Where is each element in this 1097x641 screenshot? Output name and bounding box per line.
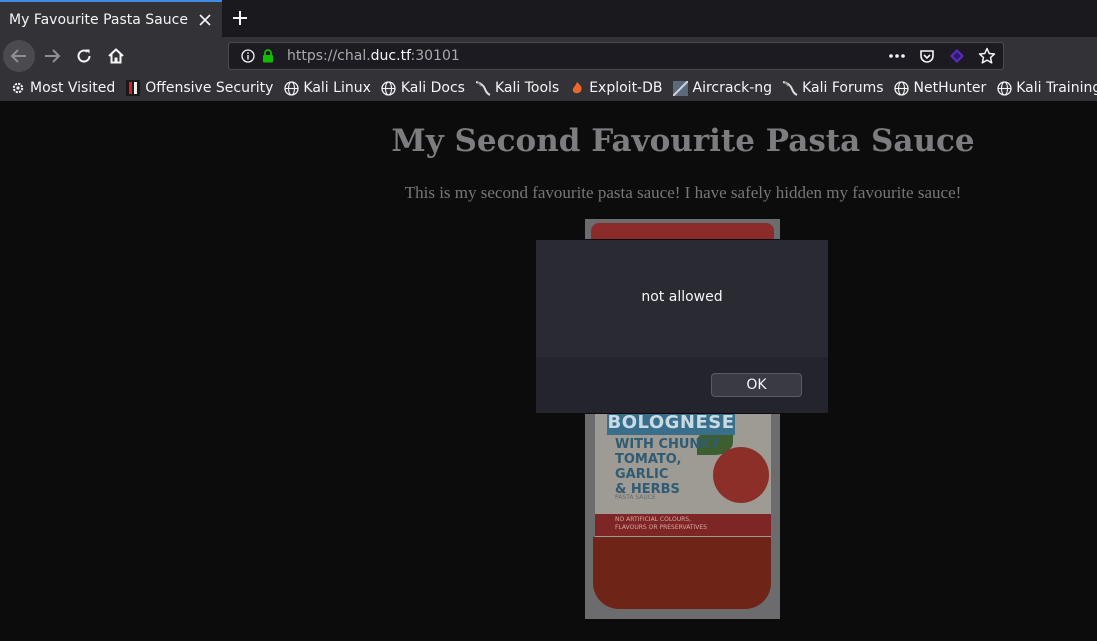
jar-type: PASTA SAUCE	[615, 494, 656, 501]
gear-icon	[10, 80, 26, 96]
bookmark-kali-training[interactable]: Kali Training	[996, 80, 1097, 96]
url-bar[interactable]: https://chal.duc.tf:30101	[228, 42, 1004, 70]
extension-icon[interactable]	[945, 44, 969, 68]
url-port: :30101	[410, 48, 460, 64]
bookmark-kali-tools[interactable]: Kali Tools	[475, 80, 559, 96]
globe-icon	[381, 80, 397, 96]
bookmark-label: Kali Docs	[400, 80, 465, 96]
url-host: duc.tf	[370, 48, 411, 64]
tab-title: My Favourite Pasta Sauce	[9, 11, 188, 28]
bookmark-label: Exploit-DB	[589, 80, 663, 96]
bookmark-label: Aircrack-ng	[692, 80, 773, 96]
reload-icon[interactable]	[68, 40, 100, 72]
aircrack-icon	[673, 80, 689, 96]
lock-icon[interactable]	[259, 49, 277, 63]
ok-button[interactable]: OK	[711, 373, 802, 397]
bookmark-label: Kali Forums	[802, 80, 884, 96]
bookmark-most-visited[interactable]: Most Visited	[10, 80, 115, 96]
jar-fine-print: NO ARTIFICIAL COLOURS, FLAVOURS OR PRESE…	[615, 516, 707, 531]
url-actions	[885, 43, 999, 69]
bookmark-kali-forums[interactable]: Kali Forums	[782, 80, 884, 96]
pocket-icon[interactable]	[915, 44, 939, 68]
forward-arrow-icon[interactable]	[36, 40, 68, 72]
bookmark-kali-docs[interactable]: Kali Docs	[381, 80, 465, 96]
bookmark-offensive-security[interactable]: Offensive Security	[125, 80, 273, 96]
jar-subtitle: WITH CHUNKY TOMATO, GARLIC & HERBS	[615, 437, 720, 497]
bookmark-label: Kali Training	[1016, 80, 1097, 96]
globe-icon	[283, 80, 299, 96]
globe-icon	[894, 80, 910, 96]
plus-icon[interactable]	[226, 4, 254, 32]
jar-sauce	[593, 537, 771, 609]
bookmark-label: Offensive Security	[145, 80, 274, 96]
globe-icon	[996, 80, 1012, 96]
bookmark-exploit-db[interactable]: Exploit-DB	[569, 80, 663, 96]
bookmark-label: Kali Linux	[303, 80, 371, 96]
bookmark-kali-linux[interactable]: Kali Linux	[283, 80, 371, 96]
kali-dragon-icon	[782, 80, 798, 96]
page-title: My Second Favourite Pasta Sauce	[391, 123, 975, 159]
tab-active[interactable]: My Favourite Pasta Sauce	[0, 0, 222, 37]
kali-dragon-icon	[475, 80, 491, 96]
navigation-bar: https://chal.duc.tf:30101	[0, 37, 1097, 75]
url-scheme: https://chal.	[287, 48, 371, 64]
star-icon[interactable]	[975, 44, 999, 68]
tab-strip: My Favourite Pasta Sauce	[0, 0, 1097, 37]
info-icon[interactable]	[237, 49, 259, 63]
bookmark-label: Kali Tools	[494, 80, 560, 96]
bookmarks-toolbar: Most Visited Offensive Security Kali Lin…	[0, 75, 1097, 101]
home-icon[interactable]	[100, 40, 132, 72]
alert-dialog: not allowed OK	[535, 239, 829, 414]
bookmark-label: NetHunter	[913, 80, 987, 96]
url-text[interactable]: https://chal.duc.tf:30101	[287, 48, 460, 64]
offsec-icon	[125, 80, 141, 96]
bookmark-aircrack-ng[interactable]: Aircrack-ng	[673, 80, 773, 96]
alert-message: not allowed	[641, 289, 723, 305]
exploitdb-icon	[569, 80, 585, 96]
page-description: This is my second favourite pasta sauce!…	[404, 183, 962, 202]
close-icon[interactable]	[192, 7, 218, 33]
back-arrow-icon[interactable]	[3, 40, 35, 72]
bookmark-nethunter[interactable]: NetHunter	[894, 80, 987, 96]
bookmark-label: Most Visited	[30, 80, 116, 96]
more-icon[interactable]	[885, 44, 909, 68]
